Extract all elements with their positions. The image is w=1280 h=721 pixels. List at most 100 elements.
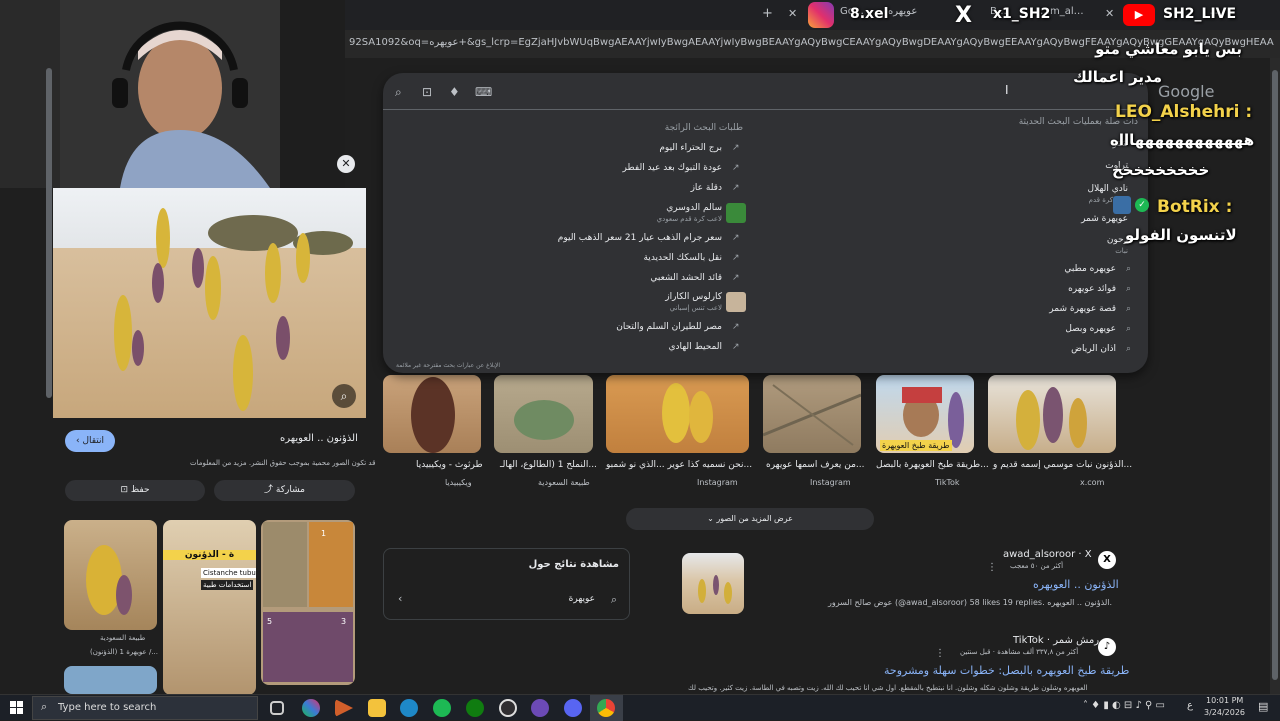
thumb-source: Instagram: [810, 478, 851, 487]
file-explorer-icon[interactable]: [368, 699, 386, 717]
obs-icon[interactable]: [499, 699, 517, 717]
recent-item[interactable]: عويهره مطبي: [1064, 264, 1116, 274]
system-tray-icons[interactable]: ˄ ♦ ▮ ◐ ⊟ ♪ ⚲ ▭: [1083, 700, 1165, 711]
notifications-icon[interactable]: ▤: [1258, 700, 1268, 713]
lens-icon[interactable]: ⊡: [422, 85, 432, 99]
suggestion-item[interactable]: دقلة عاز: [691, 183, 722, 193]
suggestion-item[interactable]: سعر جرام الذهب عيار 21 سعر الذهب اليوم: [558, 233, 722, 243]
suggestion-item[interactable]: كارلوس الكاراز: [665, 292, 722, 302]
close-tab-icon[interactable]: ✕: [1105, 7, 1114, 20]
suggestion-item[interactable]: عودة التبوك بعد عيد الفطر: [623, 163, 722, 173]
search-icon: ⌕: [610, 593, 617, 606]
plant-photo: [86, 545, 132, 615]
plant-photo: [1016, 387, 1087, 450]
dropdown-divider: [383, 109, 1148, 110]
keyboard-icon[interactable]: ⌨: [475, 85, 492, 99]
new-tab-button[interactable]: +: [762, 6, 773, 21]
microphone-icon[interactable]: ♦: [449, 85, 460, 99]
related-search-box: مشاهدة نتائج حول ⌕ عويهرة ‹: [383, 548, 630, 620]
tab-search[interactable]: عويهره: [888, 6, 917, 17]
visit-button[interactable]: ‹ انتقال: [65, 430, 115, 452]
related-latin-name: Cistanche tubulosa: [201, 568, 256, 578]
trending-icon: ↗: [732, 273, 740, 283]
related-caption-badge: ة - الذؤنون: [163, 550, 256, 560]
plant-photo: [169, 610, 197, 690]
copyright-notice: قد تكون الصور محمية بموجب حقوق النشر. مز…: [190, 459, 376, 467]
suggestion-item[interactable]: نقل بالسكك الحديدية: [643, 253, 722, 263]
clock-time[interactable]: 10:01 PM: [1206, 696, 1243, 705]
copilot-icon[interactable]: [302, 699, 320, 717]
recent-item[interactable]: فوائد عويهره: [1068, 284, 1116, 294]
recent-item[interactable]: قصة عويهرة شمر: [1049, 304, 1116, 314]
windows-start-icon[interactable]: [10, 700, 24, 714]
more-options-icon[interactable]: ⋮: [935, 648, 945, 659]
selected-image[interactable]: ⌕: [53, 188, 366, 418]
chrome-icon: [597, 699, 615, 717]
result-meta: أكثر من ٥٠ معجب: [1010, 562, 1064, 570]
suggestion-item[interactable]: برج الحتراء اليوم: [659, 143, 722, 153]
clock-date[interactable]: 3/24/2026: [1204, 708, 1245, 717]
xbox-icon[interactable]: [466, 699, 484, 717]
suggestion-item[interactable]: المحيط الهادي: [668, 342, 722, 352]
thumb-source: TikTok: [935, 478, 960, 487]
recent-item[interactable]: عويهرة شمر: [1081, 214, 1128, 224]
close-viewer-icon[interactable]: ✕: [337, 155, 355, 173]
media-player-icon[interactable]: [335, 699, 353, 717]
panel-scrollbar[interactable]: [46, 58, 52, 688]
edge-icon[interactable]: [400, 699, 418, 717]
close-tab-icon[interactable]: ✕: [788, 7, 797, 20]
search-icon[interactable]: ⌕: [395, 85, 402, 100]
suggestion-item[interactable]: مصر للطيران السلم والتحان: [616, 322, 722, 332]
app-icon[interactable]: [531, 699, 549, 717]
result-title-link[interactable]: الذؤنون .. العويهره: [1033, 578, 1119, 591]
more-options-icon[interactable]: ⋮: [987, 562, 997, 573]
related-image-2[interactable]: ة - الذؤنون Cistanche tubulosa استخدامات…: [163, 520, 256, 695]
share-button[interactable]: ⤴ مشاركة: [214, 480, 355, 501]
tiktok-logo-icon: ♪: [1098, 638, 1116, 656]
suggestion-item[interactable]: قائد الحشد الشعبي: [650, 273, 722, 283]
thumb-xcom[interactable]: [988, 375, 1116, 453]
scrollbar-thumb[interactable]: [46, 68, 52, 398]
related-image-3[interactable]: 1 5 3: [261, 520, 355, 685]
thumb-wikipedia[interactable]: [383, 375, 481, 453]
page-scrollbar[interactable]: [1270, 58, 1280, 694]
thumb-tiktok[interactable]: طريقة طبخ العويهرة: [876, 375, 974, 453]
trending-icon: ↗: [732, 253, 740, 263]
scrollbar-thumb[interactable]: [1272, 70, 1278, 680]
taskbar-search-box[interactable]: ⌕ Type here to search: [32, 696, 258, 720]
lens-search-icon[interactable]: ⌕: [332, 384, 356, 408]
result-title-link[interactable]: طريقة طبخ العويهره بالبصل: خطوات سهلة وم…: [884, 664, 1129, 677]
thumb-caption: نحن نسميه كذا عوير ...الذي نو شمبو...: [606, 460, 753, 470]
discord-icon[interactable]: [564, 699, 582, 717]
input-language[interactable]: ع: [1187, 700, 1193, 711]
thumb-badge: طريقة طبخ العويهرة: [880, 440, 952, 451]
thumb-instagram-2[interactable]: [606, 375, 749, 453]
suggestion-item[interactable]: سالم الدوسري: [666, 203, 722, 213]
recent-item[interactable]: نادي الهلال: [1088, 184, 1128, 194]
thumb-source: ويكيبيديا: [445, 478, 472, 487]
thumb-tabiea[interactable]: [494, 375, 593, 453]
more-images-button[interactable]: ⌄ عرض المزيد من الصور: [626, 508, 874, 530]
desert-plant-photo: [53, 188, 366, 418]
google-watermark: Google: [1158, 82, 1215, 101]
result-meta: أكثر من ٣٣٧,٨ ألف مشاهدة · قبل سنتين: [960, 648, 1079, 656]
related-query-link[interactable]: ⌕ عويهرة ‹: [384, 587, 631, 615]
save-button[interactable]: ⊡ حفظ: [65, 480, 205, 501]
related-image-1[interactable]: [64, 520, 157, 630]
chrome-taskbar-button[interactable]: [590, 695, 623, 721]
task-view-icon[interactable]: [270, 701, 284, 715]
avatar: [726, 203, 746, 223]
chat-username: BotRix :: [1157, 197, 1233, 217]
thumb-instagram-1[interactable]: [763, 375, 861, 453]
chevron-down-icon: ⌄: [707, 514, 717, 523]
related-image-4[interactable]: [64, 666, 157, 694]
trending-icon: ↗: [732, 163, 740, 173]
chevron-left-icon: ‹: [398, 592, 403, 605]
result-thumbnail[interactable]: [682, 553, 744, 614]
spotify-icon[interactable]: [433, 699, 451, 717]
recent-item[interactable]: اذان الرياض: [1071, 344, 1116, 354]
more-images-label: عرض المزيد من الصور: [716, 514, 793, 523]
recent-item[interactable]: عويهره وبصل: [1065, 324, 1116, 334]
thumb-source: x.com: [1080, 478, 1105, 487]
report-suggestions-link[interactable]: الإبلاغ عن عبارات بحث مقترحة غير ملائمة: [396, 362, 500, 369]
